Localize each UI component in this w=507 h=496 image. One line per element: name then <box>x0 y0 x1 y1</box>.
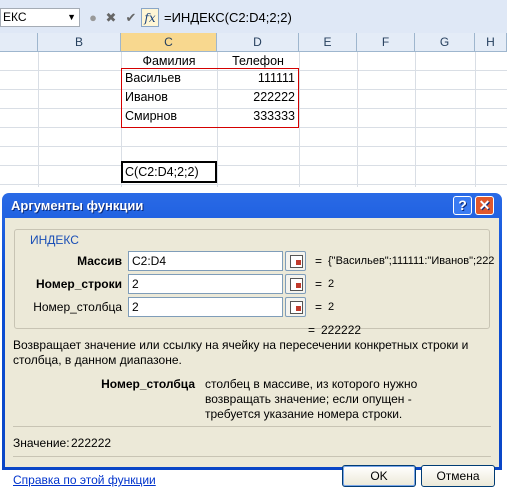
arg-help-name: Номер_столбца <box>101 377 195 391</box>
column-header[interactable]: G <box>415 33 475 52</box>
value-label: Значение: <box>13 436 70 450</box>
name-box[interactable]: ЕКС ▼ <box>0 8 80 27</box>
formula-input[interactable]: =ИНДЕКС(C2:D4;2;2) <box>164 8 292 27</box>
equals-sign: = <box>315 277 323 291</box>
array-input[interactable]: C2:D4 <box>128 251 283 271</box>
help-link[interactable]: Справка по этой функции <box>13 473 156 487</box>
row-num-input[interactable]: 2 <box>128 274 283 294</box>
arg-label-array: Массив <box>77 254 122 268</box>
close-button[interactable]: ✕ <box>475 196 494 215</box>
range-highlight <box>121 68 299 128</box>
overall-result: 222222 <box>321 323 362 337</box>
column-header[interactable]: C <box>121 33 217 52</box>
equals-sign: = <box>308 323 316 337</box>
collapse-dialog-button[interactable] <box>285 251 306 271</box>
column-header[interactable]: B <box>38 33 121 52</box>
formula-buttons: ● ✖ ✔ fx <box>84 8 160 27</box>
grid-line <box>475 52 476 187</box>
grid-line <box>357 52 358 187</box>
arg-label-row: Номер_строки <box>36 277 122 291</box>
collapse-dialog-button[interactable] <box>285 297 306 317</box>
help-button[interactable]: ? <box>453 196 472 215</box>
grid-line <box>38 52 39 187</box>
column-header-a[interactable] <box>0 33 38 52</box>
name-box-text: ЕКС <box>3 10 27 24</box>
range-select-icon <box>290 301 303 314</box>
column-header[interactable]: H <box>475 33 507 52</box>
grid-row <box>0 166 507 185</box>
equals-sign: = <box>315 254 323 268</box>
cancel-entry-button[interactable]: ✖ <box>102 8 120 27</box>
arg-help-text: столбец в массиве, из которого нужно воз… <box>205 377 418 421</box>
column-header[interactable]: F <box>357 33 415 52</box>
arguments-group: ИНДЕКС Массив C2:D4 = {"Васильев";111111… <box>14 229 494 329</box>
grid-row <box>0 128 507 147</box>
divider <box>13 456 491 457</box>
column-header[interactable]: E <box>299 33 357 52</box>
ok-button[interactable]: OK <box>342 465 416 487</box>
insert-function-button[interactable]: fx <box>141 8 159 27</box>
active-cell[interactable]: С(C2:D4;2;2) <box>121 161 217 183</box>
arg-result: 2 <box>328 278 335 290</box>
range-select-icon <box>290 255 303 268</box>
column-header[interactable]: D <box>217 33 299 52</box>
grid-row <box>0 147 507 166</box>
arg-result: {"Васильев";111111:"Иванов";22222 <box>328 255 494 267</box>
divider <box>13 426 491 427</box>
arg-label-column: Номер_столбца <box>33 300 122 314</box>
formula-bar: ЕКС ▼ ● ✖ ✔ fx =ИНДЕКС(C2:D4;2;2) <box>0 0 507 34</box>
function-name: ИНДЕКС <box>28 233 81 247</box>
function-description: Возвращает значение или ссылку на ячейку… <box>13 338 469 367</box>
dialog-title-bar[interactable]: Аргументы функции ? ✕ <box>5 193 499 218</box>
collapse-dialog-button[interactable] <box>285 274 306 294</box>
chevron-down-icon[interactable]: ▼ <box>67 9 76 26</box>
grid-line <box>299 52 300 187</box>
arg-result: 2 <box>328 301 335 313</box>
function-arguments-dialog: Аргументы функции ? ✕ ИНДЕКС Массив C2:D… <box>2 193 502 487</box>
equals-sign: = <box>315 300 323 314</box>
cancel-button[interactable]: Отмена <box>421 465 495 487</box>
enter-entry-button[interactable]: ✔ <box>122 8 140 27</box>
dialog-title: Аргументы функции <box>11 198 144 213</box>
range-select-icon <box>290 278 303 291</box>
grip-icon: ● <box>89 10 97 25</box>
dialog-body: ИНДЕКС Массив C2:D4 = {"Васильев";111111… <box>5 218 499 487</box>
value-text: 222222 <box>71 436 112 450</box>
grid-line <box>415 52 416 187</box>
column-num-input[interactable]: 2 <box>128 297 283 317</box>
